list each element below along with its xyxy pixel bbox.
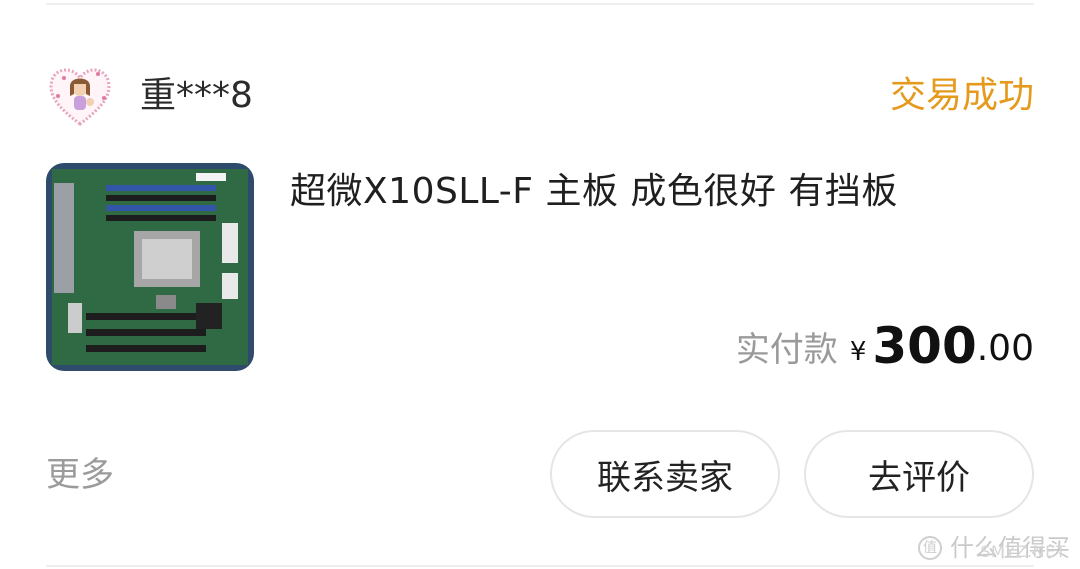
price-integer: 300 (872, 317, 977, 375)
heart-avatar-icon (49, 68, 111, 126)
price-decimal: .00 (976, 328, 1034, 369)
watermark-site: SMYZ.NET (980, 542, 1066, 561)
more-button[interactable]: 更多 (46, 453, 114, 497)
paid-label: 实付款 (735, 330, 838, 370)
top-divider (46, 3, 1034, 5)
bottom-divider (46, 565, 1034, 567)
paid-amount: 实付款 ¥ 300 .00 (736, 312, 1034, 376)
watermark-icon: 值 (918, 536, 942, 560)
product-thumbnail[interactable] (46, 163, 254, 371)
review-button[interactable]: 去评价 (804, 430, 1034, 518)
order-header: 重***8 交易成功 (46, 62, 1034, 130)
motherboard-thumbnail (46, 163, 254, 371)
product-title[interactable]: 超微X10SLL-F 主板 成色很好 有挡板 (290, 168, 898, 216)
seller-name[interactable]: 重***8 (140, 74, 253, 118)
currency-symbol: ¥ (849, 337, 867, 367)
seller-avatar[interactable] (46, 62, 114, 130)
order-status: 交易成功 (889, 75, 1034, 116)
contact-seller-button[interactable]: 联系卖家 (550, 430, 780, 518)
